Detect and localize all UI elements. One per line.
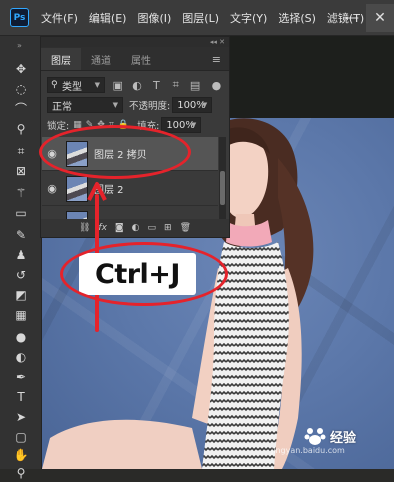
annotation-arrow (87, 182, 107, 332)
watermark-url: jingyan.baidu.com (271, 446, 345, 455)
highlight-ring-shortcut (60, 242, 228, 306)
watermark: 经验 (304, 425, 356, 447)
baidu-paw-icon (304, 428, 326, 445)
watermark-brand: 经验 (330, 430, 357, 446)
